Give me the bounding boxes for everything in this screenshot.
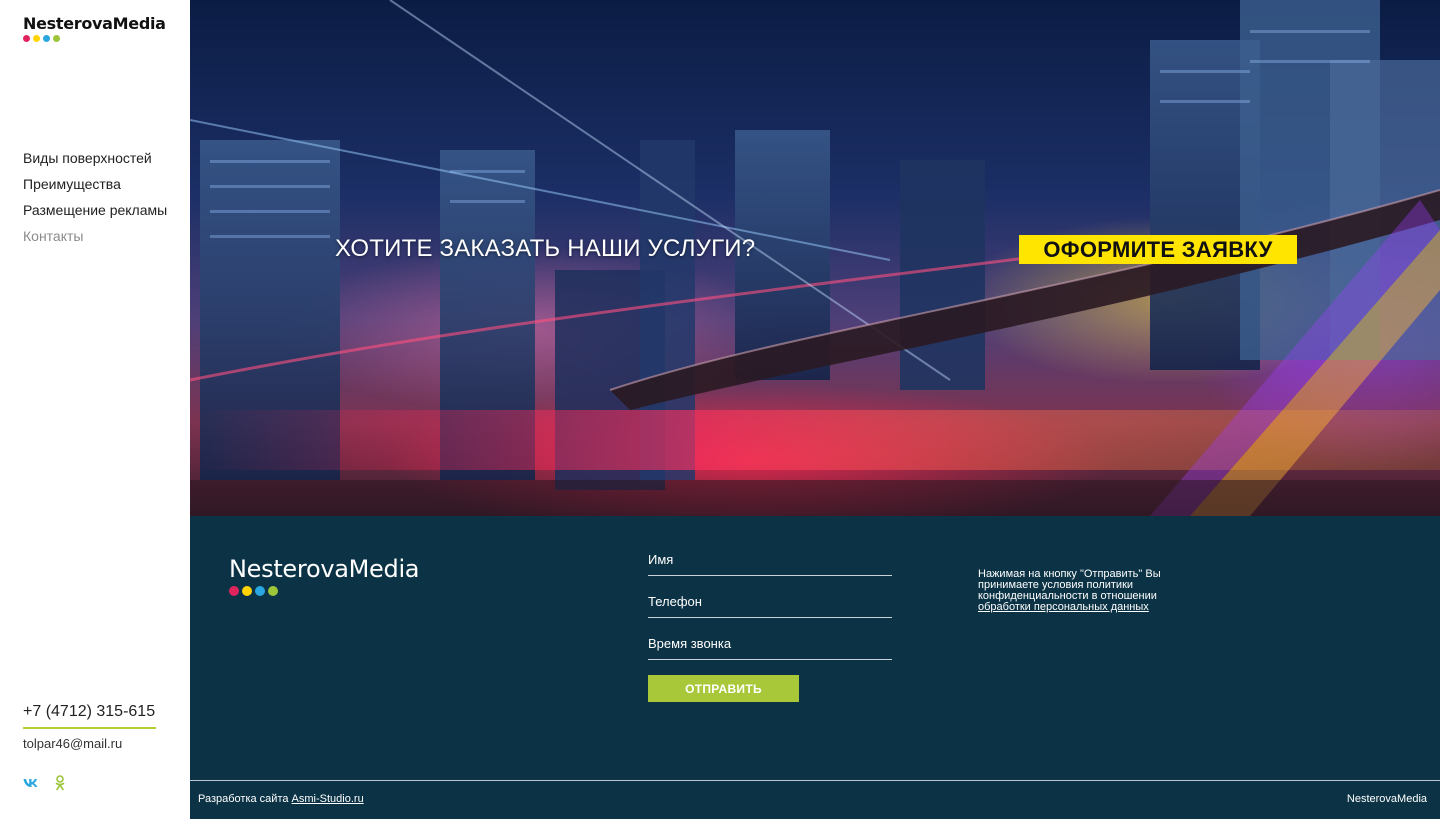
nav-item-placement[interactable]: Размещение рекламы (23, 202, 167, 228)
privacy-notice-text: Нажимая на кнопку "Отправить" Вы принима… (978, 568, 1161, 602)
sidebar: NesterovaMedia Виды поверхностей Преимущ… (0, 0, 190, 819)
footer-logo-dots (229, 586, 419, 596)
footer-dot-pink (229, 586, 239, 596)
developer-credit: Разработка сайта Asmi-Studio.ru (198, 793, 364, 805)
privacy-notice: Нажимая на кнопку "Отправить" Вы принима… (978, 569, 1168, 613)
footer-brand-name: NesterovaMedia (1346, 793, 1427, 805)
odnoklassniki-icon[interactable] (55, 775, 65, 791)
logo-dot-pink (23, 35, 30, 42)
call-time-input[interactable] (648, 636, 892, 651)
vk-icon[interactable] (23, 778, 39, 788)
sidebar-nav: Виды поверхностей Преимущества Размещени… (23, 150, 167, 254)
call-time-field-wrapper (648, 618, 892, 660)
footer-dot-yellow (242, 586, 252, 596)
sidebar-logo[interactable]: NesterovaMedia (23, 14, 166, 42)
social-links (23, 775, 65, 791)
contact-footer: NesterovaMedia ОТПРАВИТЬ Нажимая на кноп… (190, 516, 1440, 819)
footer-dot-green (268, 586, 278, 596)
footer-divider (190, 780, 1440, 781)
callback-form: ОТПРАВИТЬ (648, 534, 892, 702)
nav-item-contacts[interactable]: Контакты (23, 228, 167, 254)
developer-link[interactable]: Asmi-Studio.ru (292, 793, 364, 805)
logo-dot-blue (43, 35, 50, 42)
phone-number[interactable]: +7 (4712) 315-615 (23, 703, 156, 729)
nav-item-surfaces[interactable]: Виды поверхностей (23, 150, 167, 176)
phone-field-wrapper (648, 576, 892, 618)
logo-dot-yellow (33, 35, 40, 42)
order-request-button[interactable]: ОФОРМИТЕ ЗАЯВКУ (1019, 235, 1297, 264)
email-address[interactable]: tolpar46@mail.ru (23, 736, 122, 751)
privacy-policy-link[interactable]: обработки персональных данных (978, 601, 1149, 613)
name-field-wrapper (648, 534, 892, 576)
hero-banner: ХОТИТЕ ЗАКАЗАТЬ НАШИ УСЛУГИ? ОФОРМИТЕ ЗА… (190, 0, 1440, 516)
hero-question: ХОТИТЕ ЗАКАЗАТЬ НАШИ УСЛУГИ? (335, 235, 756, 262)
logo-dots (23, 35, 166, 42)
submit-button[interactable]: ОТПРАВИТЬ (648, 675, 799, 702)
logo-dot-green (53, 35, 60, 42)
footer-logo-text: NesterovaMedia (229, 555, 420, 583)
footer-logo[interactable]: NesterovaMedia (229, 555, 420, 596)
footer-dot-blue (255, 586, 265, 596)
nav-item-advantages[interactable]: Преимущества (23, 176, 167, 202)
credit-text: Разработка сайта (198, 793, 289, 805)
phone-input[interactable] (648, 594, 892, 609)
name-input[interactable] (648, 552, 892, 567)
logo-text: NesterovaMedia (23, 14, 166, 33)
